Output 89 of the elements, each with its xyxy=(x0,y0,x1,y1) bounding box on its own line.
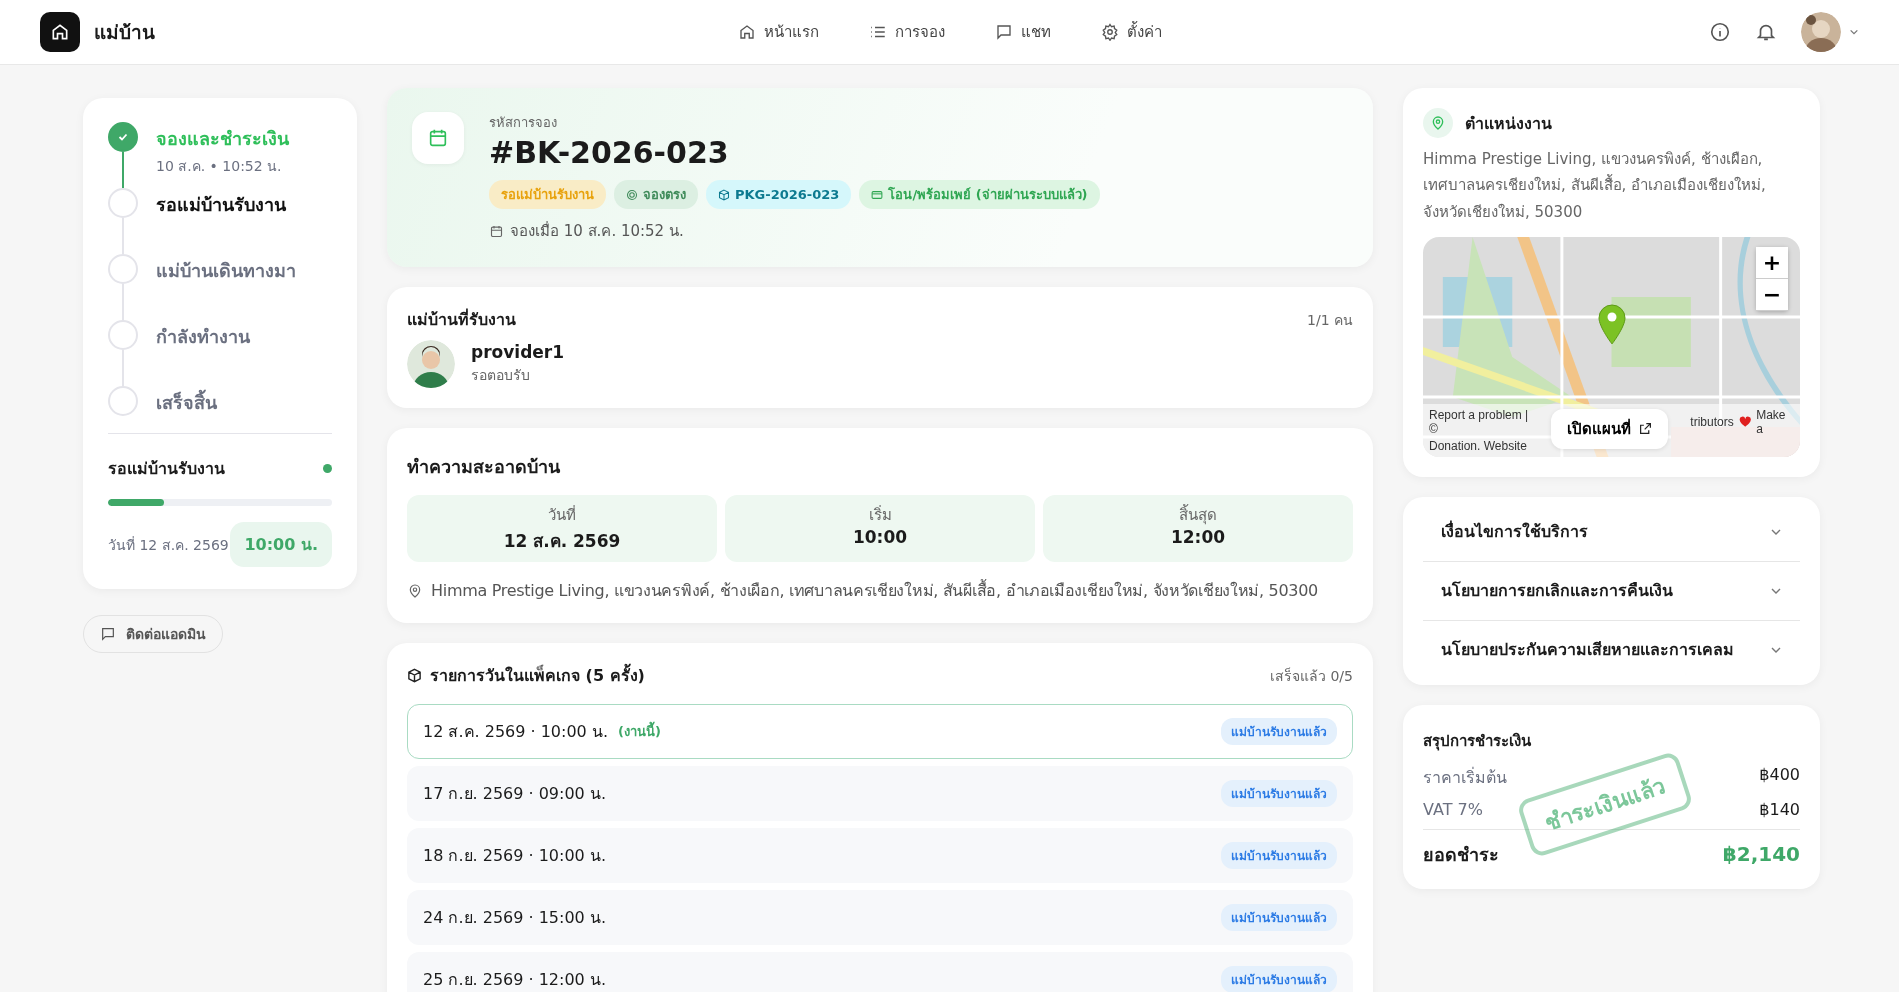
step-label: จองและชำระเงิน xyxy=(156,127,289,151)
open-map-button[interactable]: เปิดแผนที่ xyxy=(1551,408,1668,449)
home-icon xyxy=(737,23,756,41)
home-logo-icon[interactable] xyxy=(40,12,80,52)
tag: จองตรง xyxy=(614,180,698,209)
package-row[interactable]: 12 ส.ค. 2569 · 10:00 น. (งานนี้) แม่บ้านรับงานแล้ว xyxy=(407,704,1353,759)
row-date: 24 ก.ย. 2569 · 15:00 น. xyxy=(423,907,606,929)
package-row[interactable]: 17 ก.ย. 2569 · 09:00 น. แม่บ้านรับงานแล้ว xyxy=(407,766,1353,821)
step-label: เสร็จสิ้น xyxy=(156,388,217,417)
fact-value: 12:00 xyxy=(1170,527,1226,547)
row-status: แม่บ้านรับงานแล้ว xyxy=(1221,966,1337,992)
package-row[interactable]: 18 ก.ย. 2569 · 10:00 น. แม่บ้านรับงานแล้ว xyxy=(407,828,1353,883)
contact-admin-button[interactable]: ติดต่อแอดมิน xyxy=(83,615,223,653)
map-pin-icon xyxy=(1597,302,1627,345)
step-label: แม่บ้านเดินทางมา xyxy=(156,259,296,283)
tag: PKG-2026-023 xyxy=(706,180,852,209)
calendar-icon xyxy=(489,223,504,239)
row-date: 12 ส.ค. 2569 · 10:00 น. xyxy=(423,721,608,743)
calendar-icon xyxy=(412,112,464,164)
nav-link[interactable]: การจอง xyxy=(868,20,945,44)
info-icon[interactable] xyxy=(1709,21,1731,43)
current-job-note: (งานนี้) xyxy=(617,721,661,742)
accordion-item[interactable]: นโยบายประกันความเสียหายและการเคลม xyxy=(1423,620,1800,679)
accordion-item[interactable]: นโยบายการยกเลิกและการคืนเงิน xyxy=(1423,561,1800,621)
section-title: สรุปการชำระเงิน xyxy=(1423,730,1532,753)
provider-name: provider1 xyxy=(471,342,565,362)
attribution-link[interactable]: Make a xyxy=(1756,407,1794,436)
date-text: วันที่ 12 ส.ค. 2569 xyxy=(108,535,229,555)
tag: โอน/พร้อมเพย์ (จ่ายผ่านระบบแล้ว) xyxy=(859,180,1100,209)
row-status: แม่บ้านรับงานแล้ว xyxy=(1221,842,1337,869)
total-label: ยอดชำระ xyxy=(1423,842,1499,867)
caret-icon[interactable] xyxy=(1849,27,1859,37)
price-value: ฿140 xyxy=(1759,799,1800,819)
fact-label: สิ้นสุด xyxy=(1179,503,1217,527)
service-title: ทำความสะอาดบ้าน xyxy=(407,455,561,479)
step-label: กำลังทำงาน xyxy=(156,325,250,349)
booked-at-text: จองเมื่อ 10 ส.ค. 10:52 น. xyxy=(510,220,684,242)
heart-icon xyxy=(1738,415,1752,428)
location-pin-icon xyxy=(407,582,423,599)
chat-icon xyxy=(100,626,116,642)
section-title: ตำแหน่งงาน xyxy=(1465,112,1552,135)
settings-icon xyxy=(1100,23,1119,41)
section-title: รายการวันในแพ็คเกจ (5 ครั้ง) xyxy=(430,663,645,688)
step-label: รอแม่บ้านรับงาน xyxy=(156,193,286,217)
row-date: 17 ก.ย. 2569 · 09:00 น. xyxy=(423,783,606,805)
fact-value: 12 ส.ค. 2569 xyxy=(503,530,621,553)
booking-code-label: รหัสการจอง xyxy=(489,114,558,132)
package-row[interactable]: 24 ก.ย. 2569 · 15:00 น. แม่บ้านรับงานแล้ว xyxy=(407,890,1353,945)
provider-count: 1/1 คน xyxy=(1307,310,1353,330)
nav-link[interactable]: ตั้งค่า xyxy=(1100,20,1162,44)
target-icon xyxy=(626,188,638,201)
card-icon xyxy=(871,188,884,201)
fact-label: เริ่ม xyxy=(868,504,892,526)
status-label: รอแม่บ้านรับงาน xyxy=(108,458,225,480)
package-row[interactable]: 25 ก.ย. 2569 · 12:00 น. แม่บ้านรับงานแล้ว xyxy=(407,952,1353,992)
price-label: VAT 7% xyxy=(1423,799,1483,819)
nav-link[interactable]: หน้าแรก xyxy=(737,20,819,44)
fact-value: 10:00 xyxy=(852,527,908,547)
box-icon xyxy=(407,668,422,683)
status-dot xyxy=(323,464,332,473)
attribution-text: tributors xyxy=(1690,414,1734,429)
step-time: 10 ส.ค. • 10:52 น. xyxy=(156,157,283,176)
row-status: แม่บ้านรับงานแล้ว xyxy=(1221,718,1337,745)
chat-icon xyxy=(994,23,1013,41)
address-text: Himma Prestige Living, แขวงนครพิงค์, ช้างเผือก, เทศบาลนครเชียงใหม่, สันผีเสื้อ, อำเภอเมืองเชียงใหม่, จังหวัดเชียงใหม่, 50300 xyxy=(1423,149,1767,223)
attribution-text: Report a problem | © xyxy=(1429,407,1530,436)
booking-code: #BK-2026-023 xyxy=(489,135,730,170)
tag: รอแม่บ้านรับงาน xyxy=(489,180,606,209)
external-link-icon xyxy=(1639,422,1652,436)
total-value: ฿2,140 xyxy=(1722,842,1800,867)
row-status: แม่บ้านรับงานแล้ว xyxy=(1221,780,1337,807)
address-text: Himma Prestige Living, แขวงนครพิงค์, ช้างเผือก, เทศบาลนครเชียงใหม่, สันผีเสื้อ, อำเภอเมืองเชียงใหม่, จังหวัดเชียงใหม่, 50300 xyxy=(431,578,1318,602)
location-pin-icon xyxy=(1423,108,1453,138)
row-date: 25 ก.ย. 2569 · 12:00 น. xyxy=(423,969,606,991)
price-value: ฿400 xyxy=(1759,764,1800,786)
completed-count: เสร็จแล้ว 0/5 xyxy=(1270,666,1353,686)
nav-link[interactable]: แชท xyxy=(994,20,1051,44)
fact-label: วันที่ xyxy=(548,504,576,526)
time-badge: 10:00 น. xyxy=(230,522,332,567)
row-status: แม่บ้านรับงานแล้ว xyxy=(1221,904,1337,931)
box-icon xyxy=(718,188,730,201)
section-title: แม่บ้านที่รับงาน xyxy=(407,307,516,331)
price-label: ราคาเริ่มต้น xyxy=(1423,766,1507,789)
zoom-out-button[interactable]: − xyxy=(1756,278,1788,311)
zoom-in-button[interactable]: + xyxy=(1756,246,1788,279)
provider-status: รอตอบรับ xyxy=(471,366,531,385)
accordion-item[interactable]: เงื่อนไขการใช้บริการ xyxy=(1423,502,1800,562)
brand-name: แม่บ้าน xyxy=(94,20,155,45)
row-date: 18 ก.ย. 2569 · 10:00 น. xyxy=(423,845,606,867)
